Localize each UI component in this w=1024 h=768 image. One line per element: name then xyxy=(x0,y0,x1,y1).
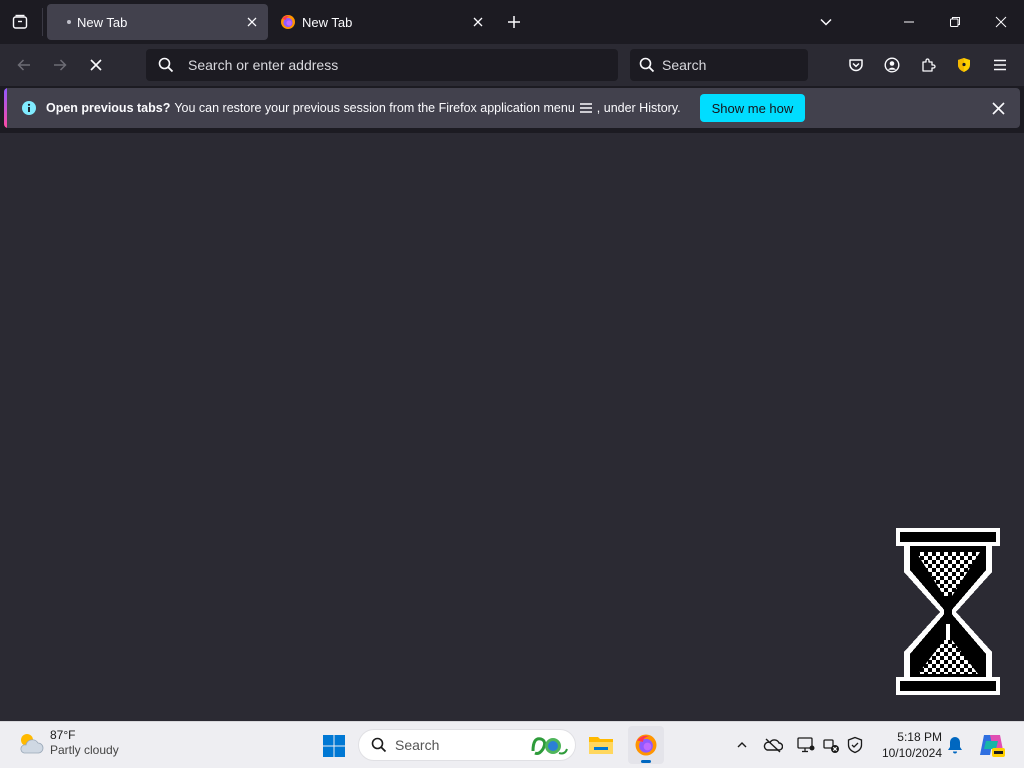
notification-close-button[interactable] xyxy=(984,94,1012,122)
window-restore-button[interactable] xyxy=(933,6,977,38)
address-input[interactable] xyxy=(188,57,618,73)
show-me-how-button[interactable]: Show me how xyxy=(699,94,806,122)
running-app-indicator xyxy=(641,760,651,763)
weather-temperature: 87°F xyxy=(50,728,76,742)
application-menu-button[interactable] xyxy=(984,49,1016,81)
puzzle-piece-icon xyxy=(922,58,936,72)
tab-new-tab[interactable]: New Tab xyxy=(272,4,494,40)
windows-taskbar: 87°F Partly cloudy Search 5:18 PM 10/10/… xyxy=(0,721,1024,768)
monitor-icon xyxy=(797,737,815,753)
restore-session-notification: Open previous tabs? You can restore your… xyxy=(4,88,1020,128)
close-icon xyxy=(473,17,483,27)
close-icon xyxy=(995,16,1007,28)
navigation-toolbar xyxy=(0,44,1024,86)
tab-title: New Tab xyxy=(77,14,128,30)
tab-strip-separator xyxy=(42,8,43,36)
show-hidden-icons-button[interactable] xyxy=(731,734,753,756)
firefox-taskbar-button[interactable] xyxy=(628,726,664,764)
account-button[interactable] xyxy=(876,49,908,81)
notification-message: Open previous tabs? You can restore your… xyxy=(46,101,681,115)
taskbar-search-label: Search xyxy=(395,737,440,753)
info-icon xyxy=(21,100,37,116)
weather-widget[interactable]: 87°F Partly cloudy xyxy=(16,728,119,758)
shield-check-icon xyxy=(847,736,863,754)
taskbar-search-box[interactable]: Search xyxy=(358,729,576,761)
arrow-left-icon xyxy=(17,59,30,71)
chevron-up-icon xyxy=(737,742,747,748)
hourglass-busy-cursor-icon xyxy=(896,528,1000,695)
page-content-area xyxy=(0,132,1024,721)
weather-condition: Partly cloudy xyxy=(50,743,119,757)
extensions-button[interactable] xyxy=(912,49,944,81)
notification-title: Open previous tabs? xyxy=(46,101,171,115)
search-input[interactable] xyxy=(662,57,808,73)
onedrive-offline-icon xyxy=(763,738,783,753)
firefox-logo-icon xyxy=(280,14,296,30)
minimize-icon xyxy=(904,21,914,23)
notification-bell-icon[interactable] xyxy=(946,735,966,755)
search-highlight-decoration-icon xyxy=(529,733,569,759)
forward-button[interactable] xyxy=(44,49,76,81)
shield-extension-button[interactable] xyxy=(948,49,980,81)
stop-loading-button[interactable] xyxy=(80,49,112,81)
screen: New Tab New Tab Search or enter address … xyxy=(0,0,1024,768)
network-tray-button[interactable] xyxy=(820,734,842,756)
partly-cloudy-icon xyxy=(16,729,44,757)
chevron-down-icon xyxy=(820,18,832,26)
restore-icon xyxy=(950,17,960,27)
taskbar-clock[interactable]: 5:18 PM 10/10/2024 xyxy=(874,729,942,761)
search-bar[interactable] xyxy=(630,49,808,81)
notification-body-suffix: , under History. xyxy=(596,101,681,115)
pocket-button[interactable] xyxy=(840,49,872,81)
folder-icon xyxy=(589,737,613,754)
firefox-logo-icon xyxy=(635,734,657,756)
tab-new-tab-active[interactable]: New Tab xyxy=(47,4,268,40)
onedrive-tray-button[interactable] xyxy=(762,734,784,756)
start-button[interactable] xyxy=(318,730,350,762)
notification-body: You can restore your previous session fr… xyxy=(174,101,575,115)
clock-date: 10/10/2024 xyxy=(881,746,942,760)
copilot-logo-icon xyxy=(980,735,1005,757)
pocket-icon xyxy=(849,59,863,72)
firefox-view-icon xyxy=(12,14,28,29)
list-all-tabs-button[interactable] xyxy=(812,8,840,36)
search-icon xyxy=(639,57,655,73)
security-tray-button[interactable] xyxy=(844,734,866,756)
new-tab-button[interactable] xyxy=(500,8,528,36)
close-icon xyxy=(991,101,1005,115)
hamburger-menu-icon xyxy=(579,102,593,114)
plus-icon xyxy=(508,16,520,28)
clock-time: 5:18 PM xyxy=(897,730,942,744)
hamburger-menu-icon xyxy=(994,59,1006,71)
account-icon xyxy=(884,57,900,73)
display-tray-button[interactable] xyxy=(795,734,817,756)
stop-x-icon xyxy=(90,59,102,71)
search-icon xyxy=(371,737,387,753)
firefox-view-button[interactable] xyxy=(4,6,36,38)
close-icon xyxy=(247,17,257,27)
windows-logo-icon xyxy=(323,735,345,757)
network-disconnected-icon xyxy=(823,739,839,753)
window-minimize-button[interactable] xyxy=(887,6,931,38)
address-bar[interactable] xyxy=(146,49,618,81)
arrow-right-icon xyxy=(54,59,67,71)
copilot-button[interactable] xyxy=(978,731,1006,759)
back-button[interactable] xyxy=(8,49,40,81)
tab-strip: New Tab New Tab xyxy=(0,0,1024,44)
notification-accent-stripe xyxy=(4,88,7,128)
search-icon xyxy=(158,57,174,73)
file-explorer-button[interactable] xyxy=(584,728,618,762)
window-close-button[interactable] xyxy=(979,6,1023,38)
tab-close-button[interactable] xyxy=(240,10,264,34)
tab-title: New Tab xyxy=(302,14,353,30)
loading-dot-icon xyxy=(67,20,71,24)
tab-close-button[interactable] xyxy=(466,10,490,34)
shield-icon xyxy=(958,58,970,72)
